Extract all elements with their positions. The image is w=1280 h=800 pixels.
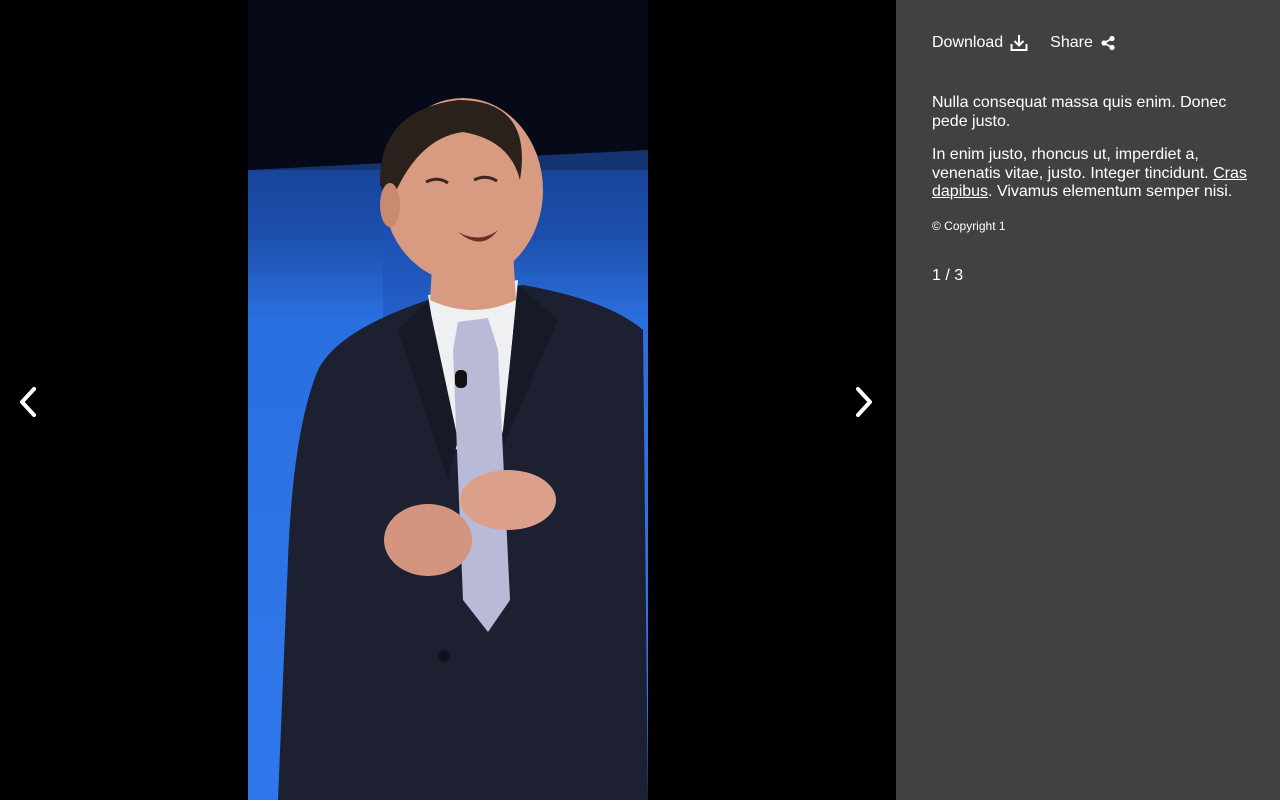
chevron-left-icon (20, 387, 36, 417)
next-image-button[interactable] (844, 382, 884, 422)
share-icon (1101, 35, 1115, 51)
photo-illustration (248, 0, 648, 800)
caption-paragraph-2: In enim justo, rhoncus ut, imperdiet a, … (932, 146, 1252, 202)
image-viewer (0, 0, 896, 800)
download-button[interactable]: Download (932, 34, 1028, 52)
previous-image-button[interactable] (8, 382, 48, 422)
share-label: Share (1050, 34, 1093, 51)
caption-text-after-link: . Vivamus elementum semper nisi. (988, 183, 1233, 200)
caption-text-before-link: In enim justo, rhoncus ut, imperdiet a, … (932, 146, 1209, 182)
gallery-photo (248, 0, 648, 800)
caption-paragraph-1: Nulla consequat massa quis enim. Donec p… (932, 94, 1227, 130)
download-icon (1010, 35, 1028, 51)
counter-separator: / (940, 267, 955, 284)
download-label: Download (932, 34, 1004, 51)
chevron-right-icon (856, 387, 872, 417)
counter-total: 3 (954, 267, 964, 284)
copyright-text: © Copyright 1 (932, 218, 1006, 233)
image-caption: Nulla consequat massa quis enim. Donec p… (932, 94, 1252, 235)
share-button[interactable]: Share (1050, 34, 1116, 52)
counter-current: 1 (932, 267, 941, 284)
info-panel: Download Share Nulla consequat massa qui… (896, 0, 1280, 800)
image-counter: 1 / 3 (932, 267, 963, 285)
toolbar: Download Share (932, 34, 1116, 52)
